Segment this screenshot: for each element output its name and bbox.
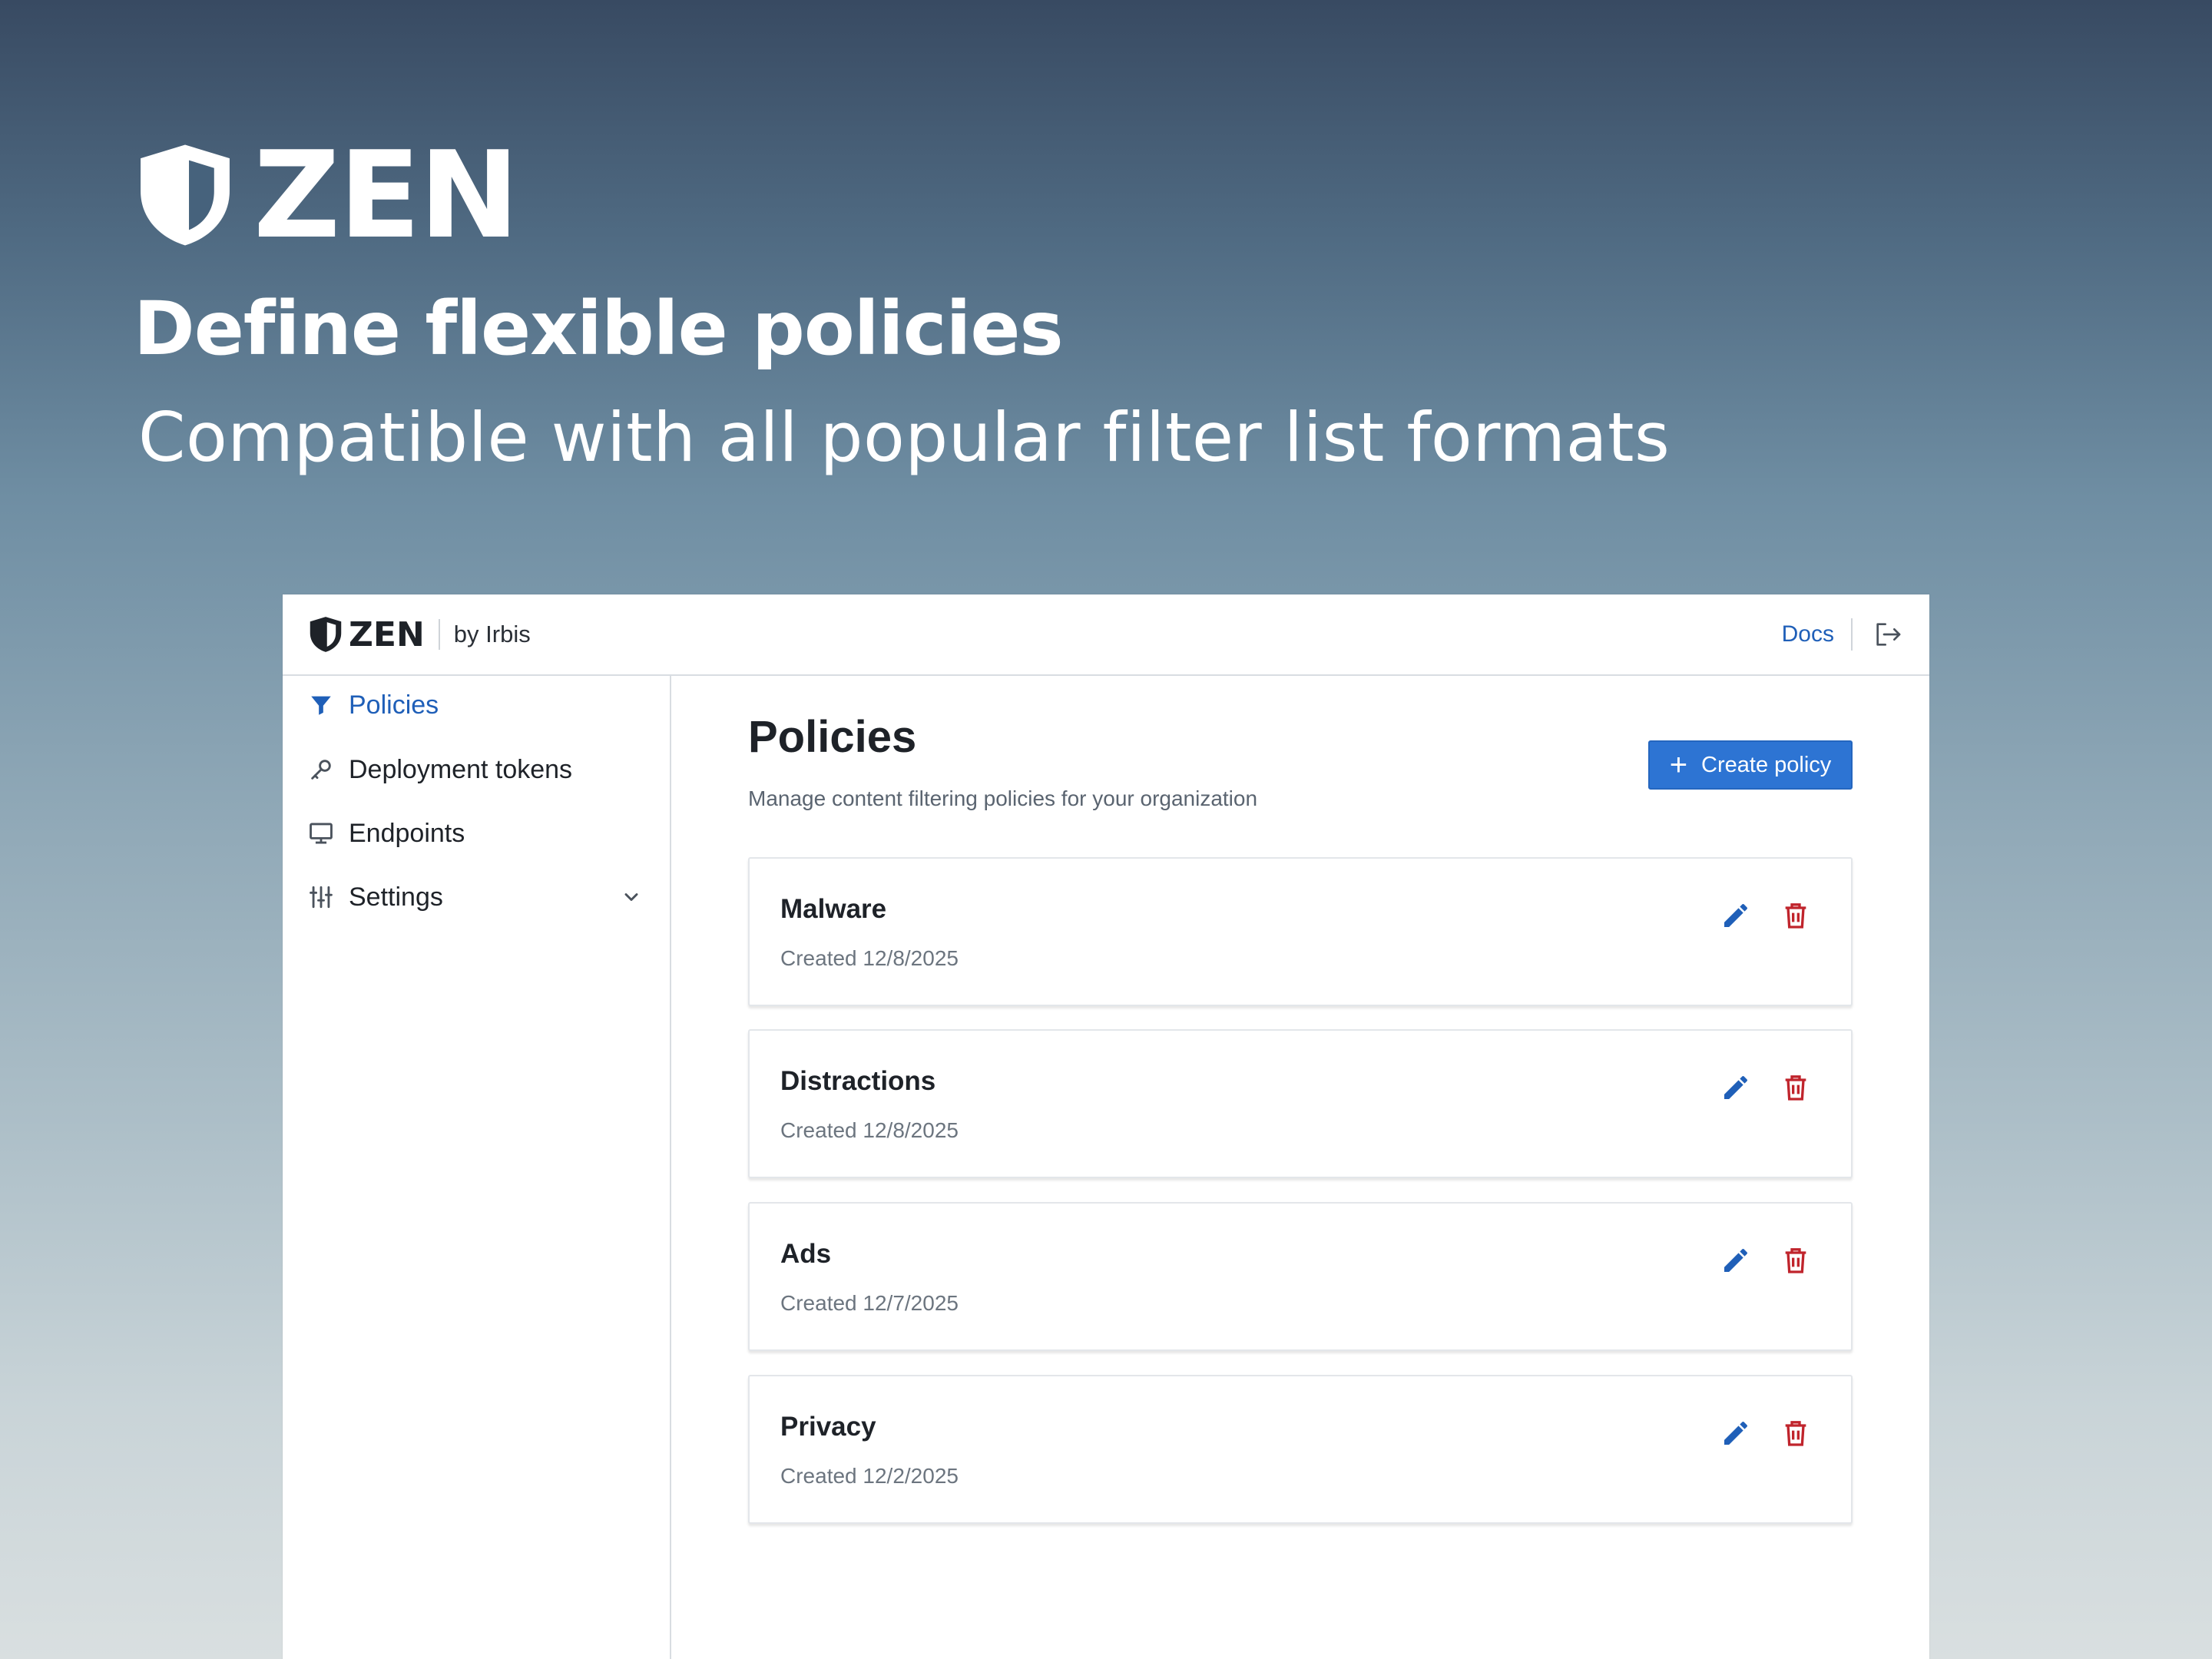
policy-card[interactable]: Ads Created 12/7/2025: [748, 1202, 1853, 1351]
filter-icon: [307, 691, 335, 719]
create-policy-label: Create policy: [1701, 752, 1832, 777]
header-divider: [1851, 618, 1853, 651]
create-policy-button[interactable]: + Create policy: [1648, 740, 1853, 790]
policy-created-date: Created 12/8/2025: [780, 946, 959, 970]
key-icon: [307, 756, 335, 783]
edit-icon[interactable]: [1720, 900, 1751, 931]
shield-icon: [141, 144, 230, 246]
shield-logo-icon: [310, 617, 342, 652]
sidebar-item-label: Deployment tokens: [349, 754, 573, 784]
top-bar: ZEN by Irbis Docs: [283, 594, 1929, 676]
trash-icon[interactable]: [1780, 1072, 1811, 1103]
chevron-down-icon[interactable]: [621, 886, 642, 908]
policy-created-date: Created 12/7/2025: [780, 1291, 959, 1315]
brand-divider: [438, 619, 440, 650]
trash-icon[interactable]: [1780, 1245, 1811, 1276]
edit-icon[interactable]: [1720, 1418, 1751, 1449]
trash-icon[interactable]: [1780, 900, 1811, 931]
docs-link[interactable]: Docs: [1782, 621, 1834, 647]
sidebar-item-label: Settings: [349, 882, 443, 912]
sidebar-item-endpoints[interactable]: Endpoints: [307, 810, 642, 856]
policy-created-date: Created 12/8/2025: [780, 1118, 959, 1142]
sidebar: Policies Deployment tokens Endpoints Set…: [283, 676, 671, 1659]
policy-card[interactable]: Privacy Created 12/2/2025: [748, 1375, 1853, 1524]
header-actions: Docs: [1782, 594, 1903, 674]
main-content: Policies Manage content filtering polici…: [671, 676, 1929, 1659]
monitor-icon: [307, 820, 335, 847]
sliders-icon: [307, 883, 335, 911]
policy-name: Malware: [780, 894, 887, 924]
sidebar-item-label: Policies: [349, 690, 439, 720]
hero-logo: ZEN: [137, 125, 519, 265]
logout-icon[interactable]: [1873, 619, 1903, 650]
brand[interactable]: ZEN by Irbis: [309, 615, 531, 654]
trash-icon[interactable]: [1780, 1418, 1811, 1449]
page-title: Policies: [748, 712, 917, 762]
hero-title: Define flexible policies: [134, 286, 1064, 372]
policy-name: Privacy: [780, 1412, 876, 1442]
policy-card[interactable]: Malware Created 12/8/2025: [748, 857, 1853, 1006]
edit-icon[interactable]: [1720, 1072, 1751, 1103]
app-window: ZEN by Irbis Docs Policies Deployment to…: [283, 594, 1929, 1659]
policy-card[interactable]: Distractions Created 12/8/2025: [748, 1029, 1853, 1178]
brand-name: ZEN: [349, 614, 425, 654]
policy-name: Ads: [780, 1239, 832, 1269]
sidebar-item-label: Endpoints: [349, 818, 465, 848]
sidebar-item-policies[interactable]: Policies: [307, 682, 642, 728]
edit-icon[interactable]: [1720, 1245, 1751, 1276]
page-description: Manage content filtering policies for yo…: [748, 786, 1258, 810]
plus-icon: +: [1669, 748, 1688, 782]
sidebar-item-settings[interactable]: Settings: [307, 874, 642, 920]
policy-name: Distractions: [780, 1066, 936, 1096]
brand-byline: by Irbis: [453, 621, 531, 647]
hero-subtitle: Compatible with all popular filter list …: [138, 398, 1671, 477]
policy-created-date: Created 12/2/2025: [780, 1464, 959, 1488]
sidebar-item-deployment-tokens[interactable]: Deployment tokens: [307, 747, 642, 793]
hero-wordmark: ZEN: [253, 125, 519, 265]
